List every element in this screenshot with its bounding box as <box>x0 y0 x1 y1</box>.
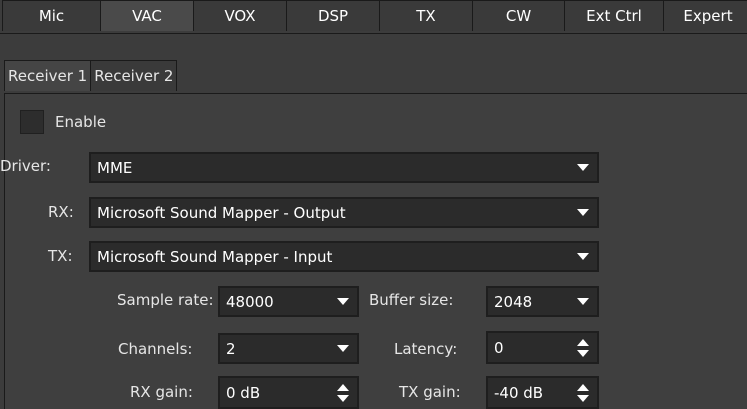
channels-value: 2 <box>226 339 236 358</box>
chevron-down-icon <box>337 298 349 305</box>
enable-checkbox[interactable] <box>20 110 44 134</box>
receiver-tab-bar: Receiver 1 Receiver 2 <box>4 60 178 91</box>
tx-gain-value: -40 dB <box>494 383 544 402</box>
sample-rate-label: Sample rate: <box>117 291 214 309</box>
chevron-down-icon <box>577 164 589 171</box>
top-tab-bar: Mic VAC VOX DSP TX CW Ext Ctrl Expert <box>2 0 747 33</box>
spin-up-icon[interactable] <box>577 339 589 346</box>
tab-vac[interactable]: VAC <box>100 0 194 31</box>
spin-down-icon[interactable] <box>577 350 589 357</box>
tab-mic[interactable]: Mic <box>2 0 101 31</box>
latency-spinner[interactable]: 0 <box>486 331 599 364</box>
latency-value: 0 <box>494 338 504 357</box>
tx-gain-spinner[interactable]: -40 dB <box>486 376 599 409</box>
buffer-size-label: Buffer size: <box>369 291 454 309</box>
enable-label: Enable <box>55 113 107 131</box>
tx-label: TX: <box>48 247 73 265</box>
rx-gain-label: RX gain: <box>130 383 193 401</box>
tab-dsp[interactable]: DSP <box>286 0 380 31</box>
latency-label: Latency: <box>394 340 458 358</box>
chevron-down-icon <box>577 253 589 260</box>
channels-select[interactable]: 2 <box>218 333 359 364</box>
tab-label: DSP <box>317 7 349 25</box>
rx-gain-spinner[interactable]: 0 dB <box>218 376 359 409</box>
spin-down-icon[interactable] <box>337 395 349 402</box>
chevron-down-icon <box>577 209 589 216</box>
tab-label: VAC <box>132 7 162 25</box>
sample-rate-select[interactable]: 48000 <box>218 286 359 317</box>
tab-label: Mic <box>38 7 65 25</box>
rx-gain-value: 0 dB <box>226 383 261 402</box>
tab-label: Ext Ctrl <box>586 7 642 25</box>
driver-value: MME <box>97 158 133 177</box>
rx-device-select[interactable]: Microsoft Sound Mapper - Output <box>89 197 599 228</box>
spin-up-icon[interactable] <box>337 384 349 391</box>
tab-label: TX <box>416 7 436 25</box>
tab-bar-divider <box>0 33 747 34</box>
rx-device-value: Microsoft Sound Mapper - Output <box>97 203 346 222</box>
tab-ext-ctrl[interactable]: Ext Ctrl <box>564 0 664 31</box>
tab-receiver-2[interactable]: Receiver 2 <box>90 60 178 91</box>
spin-up-icon[interactable] <box>577 384 589 391</box>
tx-device-select[interactable]: Microsoft Sound Mapper - Input <box>89 241 599 272</box>
chevron-down-icon <box>337 345 349 352</box>
tab-label: Receiver 1 <box>8 67 88 85</box>
tab-receiver-1[interactable]: Receiver 1 <box>4 60 92 91</box>
buffer-size-select[interactable]: 2048 <box>486 286 599 317</box>
tab-tx[interactable]: TX <box>379 0 473 31</box>
buffer-size-value: 2048 <box>494 292 533 311</box>
driver-label: Driver: <box>0 157 51 175</box>
channels-label: Channels: <box>118 340 193 358</box>
tab-label: Receiver 2 <box>94 67 174 85</box>
tab-label: VOX <box>224 7 256 25</box>
tab-label: CW <box>505 7 532 25</box>
driver-select[interactable]: MME <box>89 152 599 183</box>
chevron-down-icon <box>577 298 589 305</box>
rx-label: RX: <box>48 203 74 221</box>
tab-vox[interactable]: VOX <box>193 0 287 31</box>
tab-cw[interactable]: CW <box>472 0 565 31</box>
tab-label: Expert <box>683 7 733 25</box>
tx-gain-label: TX gain: <box>399 383 461 401</box>
spin-down-icon[interactable] <box>577 395 589 402</box>
tx-device-value: Microsoft Sound Mapper - Input <box>97 247 333 266</box>
sample-rate-value: 48000 <box>226 292 274 311</box>
tab-expert[interactable]: Expert <box>663 0 747 31</box>
